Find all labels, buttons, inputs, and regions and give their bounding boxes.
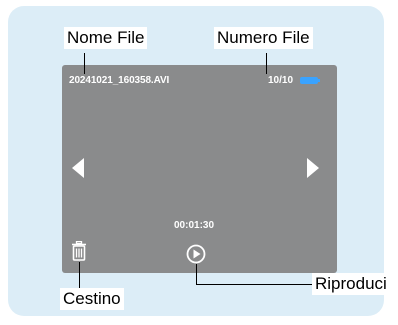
file-number-leader — [266, 53, 267, 74]
play-leader-horizontal — [196, 284, 312, 285]
play-leader-vertical — [196, 264, 197, 284]
arrow-left-icon[interactable] — [71, 157, 85, 179]
trash-leader — [79, 262, 80, 288]
camera-screen — [62, 65, 337, 273]
playback-time: 00:01:30 — [174, 220, 215, 231]
battery-icon — [300, 77, 320, 84]
file-counter: 10/10 — [268, 75, 294, 86]
file-name-label: Nome File — [64, 27, 148, 49]
file-name-leader — [84, 53, 85, 74]
trash-icon[interactable] — [71, 241, 87, 261]
play-label: Riproduci — [312, 273, 390, 295]
file-name-value: 20241021_160358.AVI — [69, 75, 170, 86]
arrow-right-icon[interactable] — [306, 157, 320, 179]
file-number-label: Numero File — [214, 27, 313, 49]
trash-label: Cestino — [60, 288, 124, 310]
play-circle-icon[interactable] — [186, 244, 206, 264]
